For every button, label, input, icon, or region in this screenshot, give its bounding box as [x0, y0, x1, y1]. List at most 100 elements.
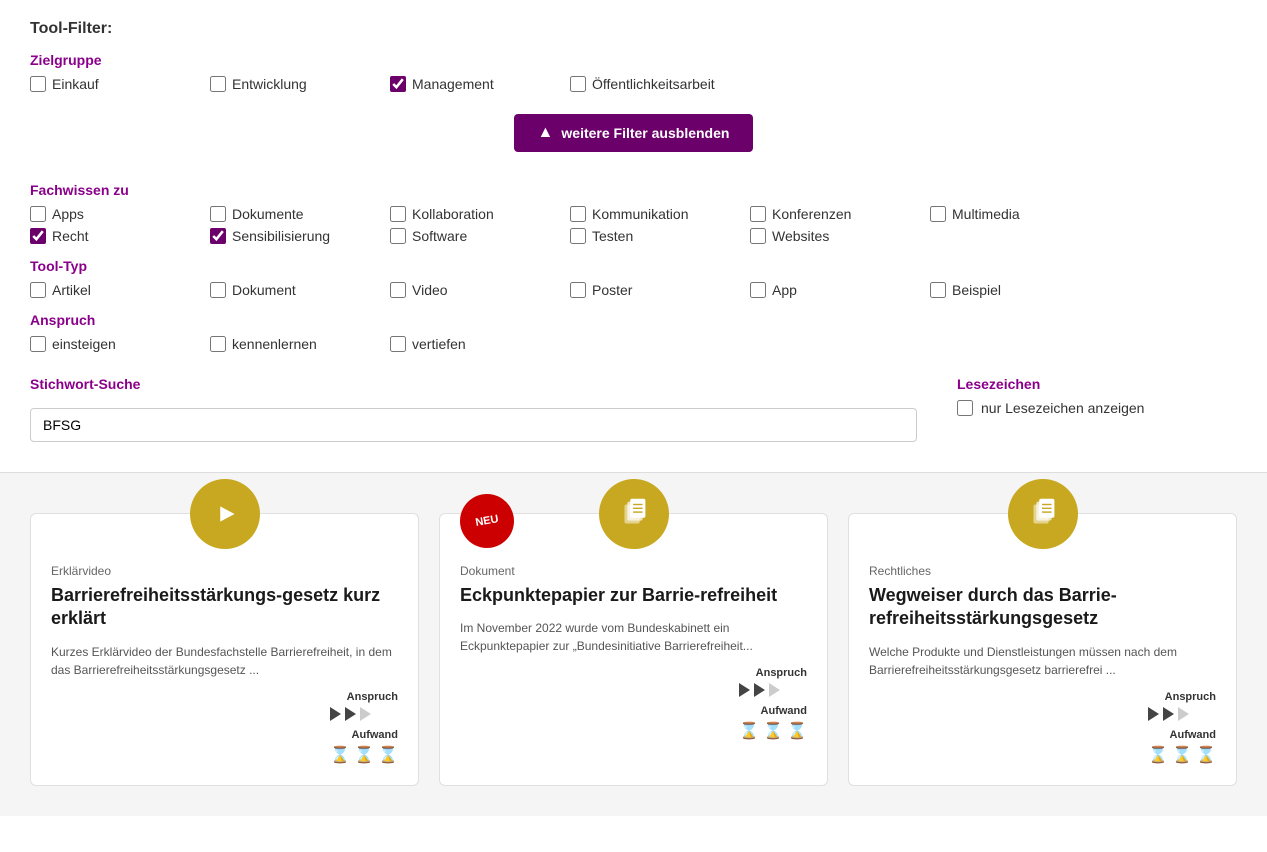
checkbox-kollaboration[interactable]: Kollaboration [390, 206, 560, 222]
checkbox-kollaboration-input[interactable] [390, 206, 406, 222]
stichwort-label: Stichwort-Suche [30, 376, 917, 392]
checkbox-konferenzen[interactable]: Konferenzen [750, 206, 920, 222]
checkbox-kommunikation-input[interactable] [570, 206, 586, 222]
checkbox-entwicklung[interactable]: Entwicklung [210, 76, 380, 92]
tool-typ-options: Artikel Dokument Video Poster App Beispi… [30, 282, 1237, 298]
checkbox-artikel-input[interactable] [30, 282, 46, 298]
checkbox-software-input[interactable] [390, 228, 406, 244]
hourglass-icon-3: ⌛ [787, 721, 807, 741]
checkbox-dokumente-input[interactable] [210, 206, 226, 222]
arrow-filled-2 [1163, 707, 1174, 721]
checkbox-apps[interactable]: Apps [30, 206, 200, 222]
card-1-type: Erklärvideo [51, 564, 398, 578]
stichwort-input[interactable] [30, 408, 917, 442]
card-1-aufwand-label: Aufwand [330, 729, 398, 741]
card-3-title: Wegweiser durch das Barrie-refreiheitsst… [869, 584, 1216, 631]
checkbox-oeffentlichkeitsarbeit-input[interactable] [570, 76, 586, 92]
card-3[interactable]: Rechtliches Wegweiser durch das Barrie-r… [848, 513, 1237, 786]
checkbox-poster[interactable]: Poster [570, 282, 740, 298]
hourglass-icon-3: ⌛ [1196, 745, 1216, 765]
video-icon [206, 495, 244, 533]
checkbox-recht-label: Recht [52, 228, 89, 244]
checkbox-websites-label: Websites [772, 228, 829, 244]
checkbox-kennenlernen-label: kennenlernen [232, 336, 317, 352]
stichwort-row: Stichwort-Suche Lesezeichen nur Lesezeic… [30, 362, 1237, 442]
checkbox-dokument[interactable]: Dokument [210, 282, 380, 298]
hourglass-icon-3: ⌛ [378, 745, 398, 765]
checkbox-kommunikation[interactable]: Kommunikation [570, 206, 740, 222]
checkbox-testen[interactable]: Testen [570, 228, 740, 244]
checkbox-software[interactable]: Software [390, 228, 560, 244]
hourglass-icon-2: ⌛ [763, 721, 783, 741]
document-stack-icon-2 [1024, 495, 1062, 533]
checkbox-beispiel[interactable]: Beispiel [930, 282, 1100, 298]
checkbox-websites[interactable]: Websites [750, 228, 920, 244]
checkbox-recht[interactable]: Recht [30, 228, 200, 244]
checkbox-video-input[interactable] [390, 282, 406, 298]
arrow-empty-1 [1178, 707, 1189, 721]
checkbox-management[interactable]: Management [390, 76, 560, 92]
checkbox-oeffentlichkeitsarbeit[interactable]: Öffentlichkeitsarbeit [570, 76, 740, 92]
fachwissen-row2: Recht Sensibilisierung Software Testen W… [30, 228, 1237, 244]
checkbox-websites-input[interactable] [750, 228, 766, 244]
card-2[interactable]: NEU Dokument Eckpunktepapier zur Barrie-… [439, 513, 828, 786]
card-3-anspruch-label: Anspruch [1148, 691, 1216, 703]
neu-badge: NEU [456, 490, 519, 553]
checkbox-vertiefen[interactable]: vertiefen [390, 336, 560, 352]
checkbox-apps-input[interactable] [30, 206, 46, 222]
checkbox-poster-input[interactable] [570, 282, 586, 298]
card-2-icon [599, 479, 669, 549]
lesezeichen-checkbox[interactable]: nur Lesezeichen anzeigen [957, 400, 1237, 416]
checkbox-oeffentlichkeitsarbeit-label: Öffentlichkeitsarbeit [592, 76, 715, 92]
checkbox-software-label: Software [412, 228, 467, 244]
checkbox-artikel[interactable]: Artikel [30, 282, 200, 298]
lesezeichen-col: Lesezeichen nur Lesezeichen anzeigen [957, 362, 1237, 416]
lesezeichen-checkbox-label: nur Lesezeichen anzeigen [981, 400, 1144, 416]
checkbox-video[interactable]: Video [390, 282, 560, 298]
checkbox-entwicklung-label: Entwicklung [232, 76, 307, 92]
checkbox-dokumente[interactable]: Dokumente [210, 206, 380, 222]
checkbox-testen-input[interactable] [570, 228, 586, 244]
card-1[interactable]: Erklärvideo Barrierefreiheitsstärkungs-g… [30, 513, 419, 786]
card-3-meta-right: Anspruch Aufwand ⌛ ⌛ ⌛ [1148, 691, 1216, 765]
checkbox-beispiel-input[interactable] [930, 282, 946, 298]
checkbox-kennenlernen-input[interactable] [210, 336, 226, 352]
stichwort-col: Stichwort-Suche [30, 362, 917, 442]
checkbox-einsteigen[interactable]: einsteigen [30, 336, 200, 352]
arrow-filled-1 [330, 707, 341, 721]
zielgruppe-options: Einkauf Entwicklung Management Öffentlic… [30, 76, 1237, 92]
checkbox-einkauf-input[interactable] [30, 76, 46, 92]
card-3-anspruch-arrows [1148, 707, 1216, 721]
toggle-filter-label: weitere Filter ausblenden [561, 125, 729, 141]
card-3-meta: Anspruch Aufwand ⌛ ⌛ ⌛ [869, 691, 1216, 765]
checkbox-multimedia-input[interactable] [930, 206, 946, 222]
toggle-filter-button[interactable]: ▲ weitere Filter ausblenden [514, 114, 754, 152]
zielgruppe-label: Zielgruppe [30, 52, 1237, 68]
checkbox-vertiefen-input[interactable] [390, 336, 406, 352]
card-2-anspruch-label: Anspruch [739, 667, 807, 679]
checkbox-sensibilisierung-input[interactable] [210, 228, 226, 244]
checkbox-management-input[interactable] [390, 76, 406, 92]
arrow-filled-1 [739, 683, 750, 697]
checkbox-konferenzen-input[interactable] [750, 206, 766, 222]
checkbox-app-input[interactable] [750, 282, 766, 298]
checkbox-multimedia-label: Multimedia [952, 206, 1020, 222]
checkbox-management-label: Management [412, 76, 494, 92]
checkbox-einkauf[interactable]: Einkauf [30, 76, 200, 92]
checkbox-multimedia[interactable]: Multimedia [930, 206, 1100, 222]
checkbox-apps-label: Apps [52, 206, 84, 222]
checkbox-sensibilisierung[interactable]: Sensibilisierung [210, 228, 380, 244]
checkbox-app[interactable]: App [750, 282, 920, 298]
checkbox-dokument-input[interactable] [210, 282, 226, 298]
card-2-aufwand-icons: ⌛ ⌛ ⌛ [739, 721, 807, 741]
card-2-meta-right: Anspruch Aufwand ⌛ ⌛ ⌛ [739, 667, 807, 741]
checkbox-einsteigen-input[interactable] [30, 336, 46, 352]
arrow-filled-2 [754, 683, 765, 697]
checkbox-entwicklung-input[interactable] [210, 76, 226, 92]
lesezeichen-checkbox-input[interactable] [957, 400, 973, 416]
checkbox-kennenlernen[interactable]: kennenlernen [210, 336, 380, 352]
arrow-empty-1 [769, 683, 780, 697]
lesezeichen-label: Lesezeichen [957, 376, 1237, 392]
card-3-icon [1008, 479, 1078, 549]
checkbox-recht-input[interactable] [30, 228, 46, 244]
